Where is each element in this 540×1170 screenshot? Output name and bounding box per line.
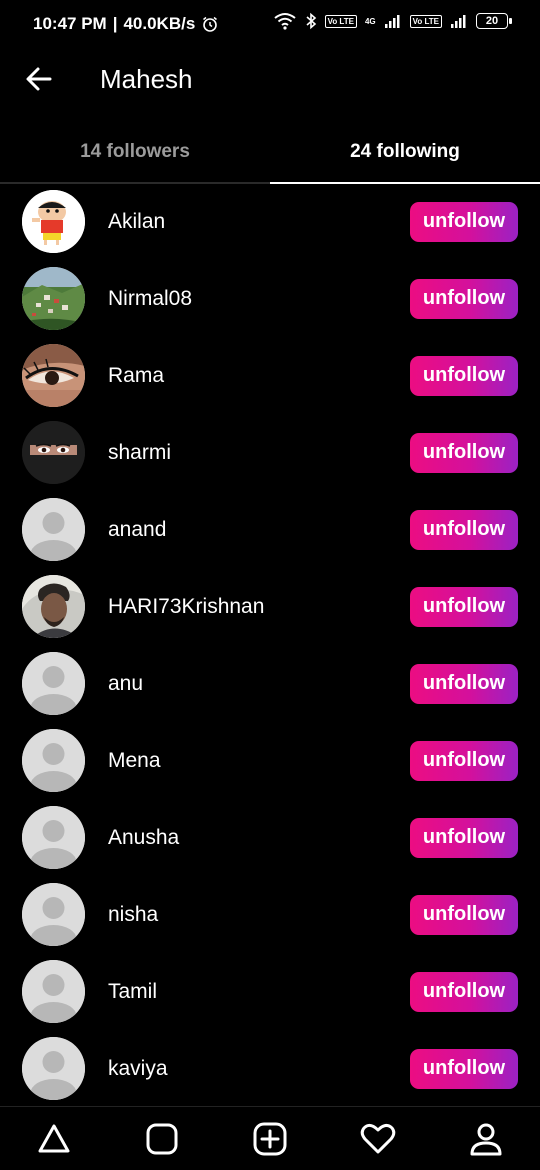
- status-right: Vo LTE 4G Vo LTE 20: [273, 12, 512, 30]
- unfollow-button[interactable]: unfollow: [410, 894, 518, 935]
- nav-add-post[interactable]: [240, 1114, 300, 1164]
- unfollow-button[interactable]: unfollow: [410, 817, 518, 858]
- username[interactable]: Tamil: [108, 980, 157, 1004]
- list-item[interactable]: nisha unfollow: [0, 876, 540, 953]
- unfollow-button[interactable]: unfollow: [410, 586, 518, 627]
- nav-profile[interactable]: [456, 1114, 516, 1164]
- default-avatar-icon: [22, 806, 85, 869]
- list-item[interactable]: kaviya unfollow: [0, 1030, 540, 1105]
- username[interactable]: kaviya: [108, 1057, 168, 1081]
- tab-followers[interactable]: 14 followers: [0, 122, 270, 182]
- unfollow-button[interactable]: unfollow: [410, 740, 518, 781]
- portrait-avatar-image: [22, 575, 85, 638]
- home-icon: [38, 1124, 70, 1152]
- tab-following[interactable]: 24 following: [270, 122, 540, 184]
- avatar[interactable]: [22, 883, 85, 946]
- landscape-avatar-image: [22, 267, 85, 330]
- cartoon-avatar-image: [22, 190, 85, 253]
- avatar[interactable]: [22, 421, 85, 484]
- default-avatar-icon: [22, 960, 85, 1023]
- eye-closeup-avatar-image: [22, 344, 85, 407]
- avatar[interactable]: [22, 267, 85, 330]
- unfollow-button[interactable]: unfollow: [410, 355, 518, 396]
- avatar[interactable]: [22, 575, 85, 638]
- avatar[interactable]: [22, 729, 85, 792]
- avatar[interactable]: [22, 806, 85, 869]
- username[interactable]: Rama: [108, 364, 164, 388]
- status-left: 10:47 PM | 40.0KB/s: [33, 14, 219, 34]
- username[interactable]: sharmi: [108, 441, 171, 465]
- unfollow-button[interactable]: unfollow: [410, 201, 518, 242]
- default-avatar-icon: [22, 652, 85, 715]
- list-item[interactable]: sharmi unfollow: [0, 414, 540, 491]
- volte-badge-2: Vo LTE: [409, 14, 442, 28]
- list-item[interactable]: Nirmal08 unfollow: [0, 260, 540, 337]
- list-item[interactable]: Tamil unfollow: [0, 953, 540, 1030]
- list-item[interactable]: HARI73Krishnan unfollow: [0, 568, 540, 645]
- unfollow-button[interactable]: unfollow: [410, 432, 518, 473]
- username[interactable]: anu: [108, 672, 143, 696]
- avatar[interactable]: [22, 960, 85, 1023]
- unfollow-button[interactable]: unfollow: [410, 278, 518, 319]
- wifi-icon: [273, 13, 296, 30]
- username[interactable]: Anusha: [108, 826, 179, 850]
- follow-tabs: 14 followers 24 following: [0, 122, 540, 184]
- unfollow-button[interactable]: unfollow: [410, 509, 518, 550]
- bottom-nav: [0, 1106, 540, 1170]
- username[interactable]: Akilan: [108, 210, 165, 234]
- heart-icon: [360, 1123, 396, 1153]
- signal-icon-1: [384, 15, 400, 28]
- bluetooth-icon: [306, 12, 316, 30]
- default-avatar-icon: [22, 498, 85, 561]
- list-item[interactable]: Rama unfollow: [0, 337, 540, 414]
- header: Mahesh: [0, 52, 540, 108]
- default-avatar-icon: [22, 883, 85, 946]
- volte-badge-1: Vo LTE: [324, 14, 357, 28]
- nav-activity[interactable]: [348, 1114, 408, 1164]
- status-speed: 40.0KB/s: [123, 14, 196, 33]
- list-item[interactable]: Anusha unfollow: [0, 799, 540, 876]
- list-item[interactable]: Akilan unfollow: [0, 183, 540, 260]
- nav-reels[interactable]: [132, 1114, 192, 1164]
- list-item[interactable]: Mena unfollow: [0, 722, 540, 799]
- username[interactable]: Mena: [108, 749, 161, 773]
- back-arrow-icon[interactable]: [24, 64, 54, 94]
- following-list[interactable]: Akilan unfollow Nirmal08 unfollow Rama u…: [0, 183, 540, 1105]
- avatar[interactable]: [22, 652, 85, 715]
- username[interactable]: Nirmal08: [108, 287, 192, 311]
- default-avatar-icon: [22, 1037, 85, 1100]
- signal-icon-2: [451, 15, 466, 28]
- status-bar: 10:47 PM | 40.0KB/s Vo LTE 4G Vo LTE 20: [0, 0, 540, 50]
- avatar[interactable]: [22, 1037, 85, 1100]
- reels-icon: [146, 1123, 178, 1154]
- status-time: 10:47 PM: [33, 14, 107, 33]
- network-type-label: 4G: [364, 16, 376, 26]
- unfollow-button[interactable]: unfollow: [410, 971, 518, 1012]
- add-post-icon: [253, 1122, 287, 1155]
- nav-home[interactable]: [24, 1114, 84, 1164]
- unfollow-button[interactable]: unfollow: [410, 1048, 518, 1089]
- avatar[interactable]: [22, 344, 85, 407]
- username[interactable]: nisha: [108, 903, 158, 927]
- page-title: Mahesh: [100, 64, 193, 94]
- username[interactable]: HARI73Krishnan: [108, 595, 264, 619]
- veiled-avatar-image: [22, 421, 85, 484]
- alarm-icon: [203, 16, 218, 32]
- list-item[interactable]: anu unfollow: [0, 645, 540, 722]
- username[interactable]: anand: [108, 518, 166, 542]
- avatar[interactable]: [22, 190, 85, 253]
- list-item[interactable]: anand unfollow: [0, 491, 540, 568]
- avatar[interactable]: [22, 498, 85, 561]
- battery-level: 20: [485, 15, 499, 27]
- status-separator: |: [112, 14, 118, 33]
- default-avatar-icon: [22, 729, 85, 792]
- battery-icon: 20: [476, 13, 512, 29]
- unfollow-button[interactable]: unfollow: [410, 663, 518, 704]
- profile-icon: [470, 1123, 502, 1155]
